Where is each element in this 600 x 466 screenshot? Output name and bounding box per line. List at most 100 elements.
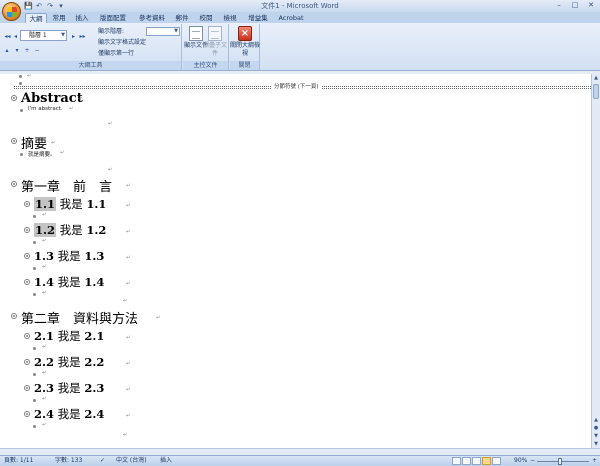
heading-chapter-2[interactable]: 第二章 資料與方法: [21, 308, 138, 327]
heading-suffix: 2.1: [84, 329, 105, 343]
insert-mode-indicator[interactable]: 插入: [160, 456, 172, 466]
close-outline-view-button[interactable]: × 關閉大綱檢視: [228, 26, 262, 58]
paragraph-mark: ↵: [126, 229, 131, 235]
outline-view-icon[interactable]: [482, 457, 491, 465]
body-text-marker: [33, 425, 36, 428]
heading-abstract[interactable]: Abstract: [21, 91, 83, 106]
zoom-slider-knob[interactable]: [558, 458, 562, 465]
zoom-out-button[interactable]: −: [530, 456, 535, 466]
tab-addins[interactable]: 增益集: [244, 13, 272, 23]
paragraph-mark: ↵: [108, 167, 113, 173]
tab-view[interactable]: 檢視: [220, 13, 240, 23]
demote-to-body-button[interactable]: ▸▸: [78, 32, 87, 41]
show-first-line-only-checkbox[interactable]: 僅顯示第一行: [98, 49, 134, 58]
heading-2-3[interactable]: 2.3 我是 2.3: [34, 380, 104, 396]
body-text-marker: [33, 399, 36, 402]
outline-expand-bullet[interactable]: [24, 333, 30, 339]
maximize-button[interactable]: □: [568, 1, 582, 10]
scroll-thumb[interactable]: [593, 84, 599, 99]
outline-expand-bullet[interactable]: [24, 201, 30, 207]
window-controls: – □ ✕: [552, 1, 598, 10]
language-indicator[interactable]: 中文 (台灣): [116, 456, 147, 466]
draft-view-icon[interactable]: [492, 457, 501, 465]
heading-1-1[interactable]: 1.1 我是 1.1: [34, 196, 106, 212]
outline-expand-bullet[interactable]: [11, 138, 17, 144]
tab-insert[interactable]: 插入: [72, 13, 92, 23]
body-text-marker: [33, 347, 36, 350]
abstract-body-text[interactable]: I'm abstract.: [28, 106, 63, 112]
ribbon: ◂◂ ◂ 階層 1 ▼ ▸ ▸▸ ▴ ▾ + − 顯示階層: ▼ 顯示文字格式設…: [0, 23, 600, 71]
scroll-up-icon[interactable]: ▲: [592, 74, 600, 82]
scroll-down-icon[interactable]: ▼: [592, 440, 600, 448]
paragraph-mark: ↵: [42, 344, 47, 350]
zoom-level[interactable]: 90%: [514, 456, 527, 466]
heading-2-4[interactable]: 2.4 我是 2.4: [34, 406, 104, 422]
heading-chapter-1[interactable]: 第一章 前 言: [21, 176, 112, 195]
move-up-button[interactable]: ▴: [3, 46, 11, 55]
heading-suffix: 1.1: [86, 197, 107, 211]
outline-expand-bullet[interactable]: [24, 279, 30, 285]
tab-mailings[interactable]: 郵件: [172, 13, 192, 23]
outline-expand-bullet[interactable]: [24, 253, 30, 259]
tab-review[interactable]: 校閱: [196, 13, 216, 23]
paragraph-mark: ↵: [123, 298, 128, 304]
show-text-formatting-checkbox[interactable]: 顯示文字格式設定: [98, 38, 146, 47]
print-layout-view-icon[interactable]: [452, 457, 461, 465]
promote-button[interactable]: ◂: [12, 32, 19, 41]
heading-1-4[interactable]: 1.4 我是 1.4: [34, 274, 104, 290]
move-down-button[interactable]: ▾: [13, 46, 21, 55]
office-button[interactable]: [2, 2, 21, 21]
show-level-dropdown[interactable]: ▼: [146, 27, 180, 36]
outline-level-select[interactable]: 階層 1 ▼: [20, 30, 67, 41]
page-count[interactable]: 頁數: 1/11: [4, 456, 33, 466]
body-text-marker: [33, 293, 36, 296]
heading-suffix: 2.2: [84, 355, 105, 369]
summary-body-text[interactable]: 就是摘要。: [28, 150, 56, 158]
previous-page-icon[interactable]: ▲: [592, 416, 600, 424]
tab-outline[interactable]: 大綱: [25, 13, 47, 23]
outline-expand-bullet[interactable]: [11, 181, 17, 187]
outline-expand-bullet[interactable]: [24, 411, 30, 417]
body-text-marker: [33, 267, 36, 270]
heading-1-3[interactable]: 1.3 我是 1.3: [34, 248, 104, 264]
full-screen-reading-view-icon[interactable]: [462, 457, 471, 465]
paragraph-mark: ↵: [78, 96, 83, 102]
subdocument-icon: [208, 26, 222, 41]
tab-home[interactable]: 常用: [49, 13, 69, 23]
expand-button[interactable]: +: [23, 46, 31, 55]
word-count[interactable]: 字數: 133: [55, 456, 82, 466]
paragraph-mark: ↵: [126, 255, 131, 261]
collapse-button[interactable]: −: [33, 46, 41, 55]
select-browse-object-icon[interactable]: ●: [592, 424, 600, 432]
promote-to-heading1-button[interactable]: ◂◂: [3, 32, 12, 41]
outline-expand-bullet[interactable]: [24, 227, 30, 233]
close-window-button[interactable]: ✕: [584, 1, 598, 10]
paragraph-mark: ↵: [42, 212, 47, 218]
horizontal-scrollbar[interactable]: [0, 448, 600, 455]
paragraph-mark: ↵: [126, 413, 131, 419]
paragraph-mark: ↵: [42, 396, 47, 402]
minimize-button[interactable]: –: [552, 1, 566, 10]
heading-number: 1.3: [34, 249, 55, 263]
outline-expand-bullet[interactable]: [11, 95, 17, 101]
vertical-scrollbar[interactable]: ▲ ▲ ● ▼ ▼: [591, 74, 600, 448]
next-page-icon[interactable]: ▼: [592, 432, 600, 440]
heading-2-1[interactable]: 2.1 我是 2.1: [34, 328, 104, 344]
outline-expand-bullet[interactable]: [24, 359, 30, 365]
heading-2-2[interactable]: 2.2 我是 2.2: [34, 354, 104, 370]
tab-references[interactable]: 參考資料: [134, 13, 170, 23]
tab-page-layout[interactable]: 版面配置: [95, 13, 131, 23]
zoom-in-button[interactable]: +: [592, 456, 597, 466]
collapse-subdocuments-button[interactable]: 摺疊子文件: [201, 26, 229, 58]
outline-expand-bullet[interactable]: [24, 385, 30, 391]
proofing-icon[interactable]: ✓: [100, 456, 105, 466]
heading-text: 我是: [57, 249, 81, 263]
demote-button[interactable]: ▸: [70, 32, 77, 41]
heading-number: 2.4: [34, 407, 55, 421]
outline-expand-bullet[interactable]: [11, 313, 17, 319]
paragraph-mark: ↵: [42, 264, 47, 270]
tab-acrobat[interactable]: Acrobat: [276, 13, 306, 23]
zoom-slider[interactable]: [537, 458, 589, 465]
web-layout-view-icon[interactable]: [472, 457, 481, 465]
heading-1-2[interactable]: 1.2 我是 1.2: [34, 222, 106, 238]
